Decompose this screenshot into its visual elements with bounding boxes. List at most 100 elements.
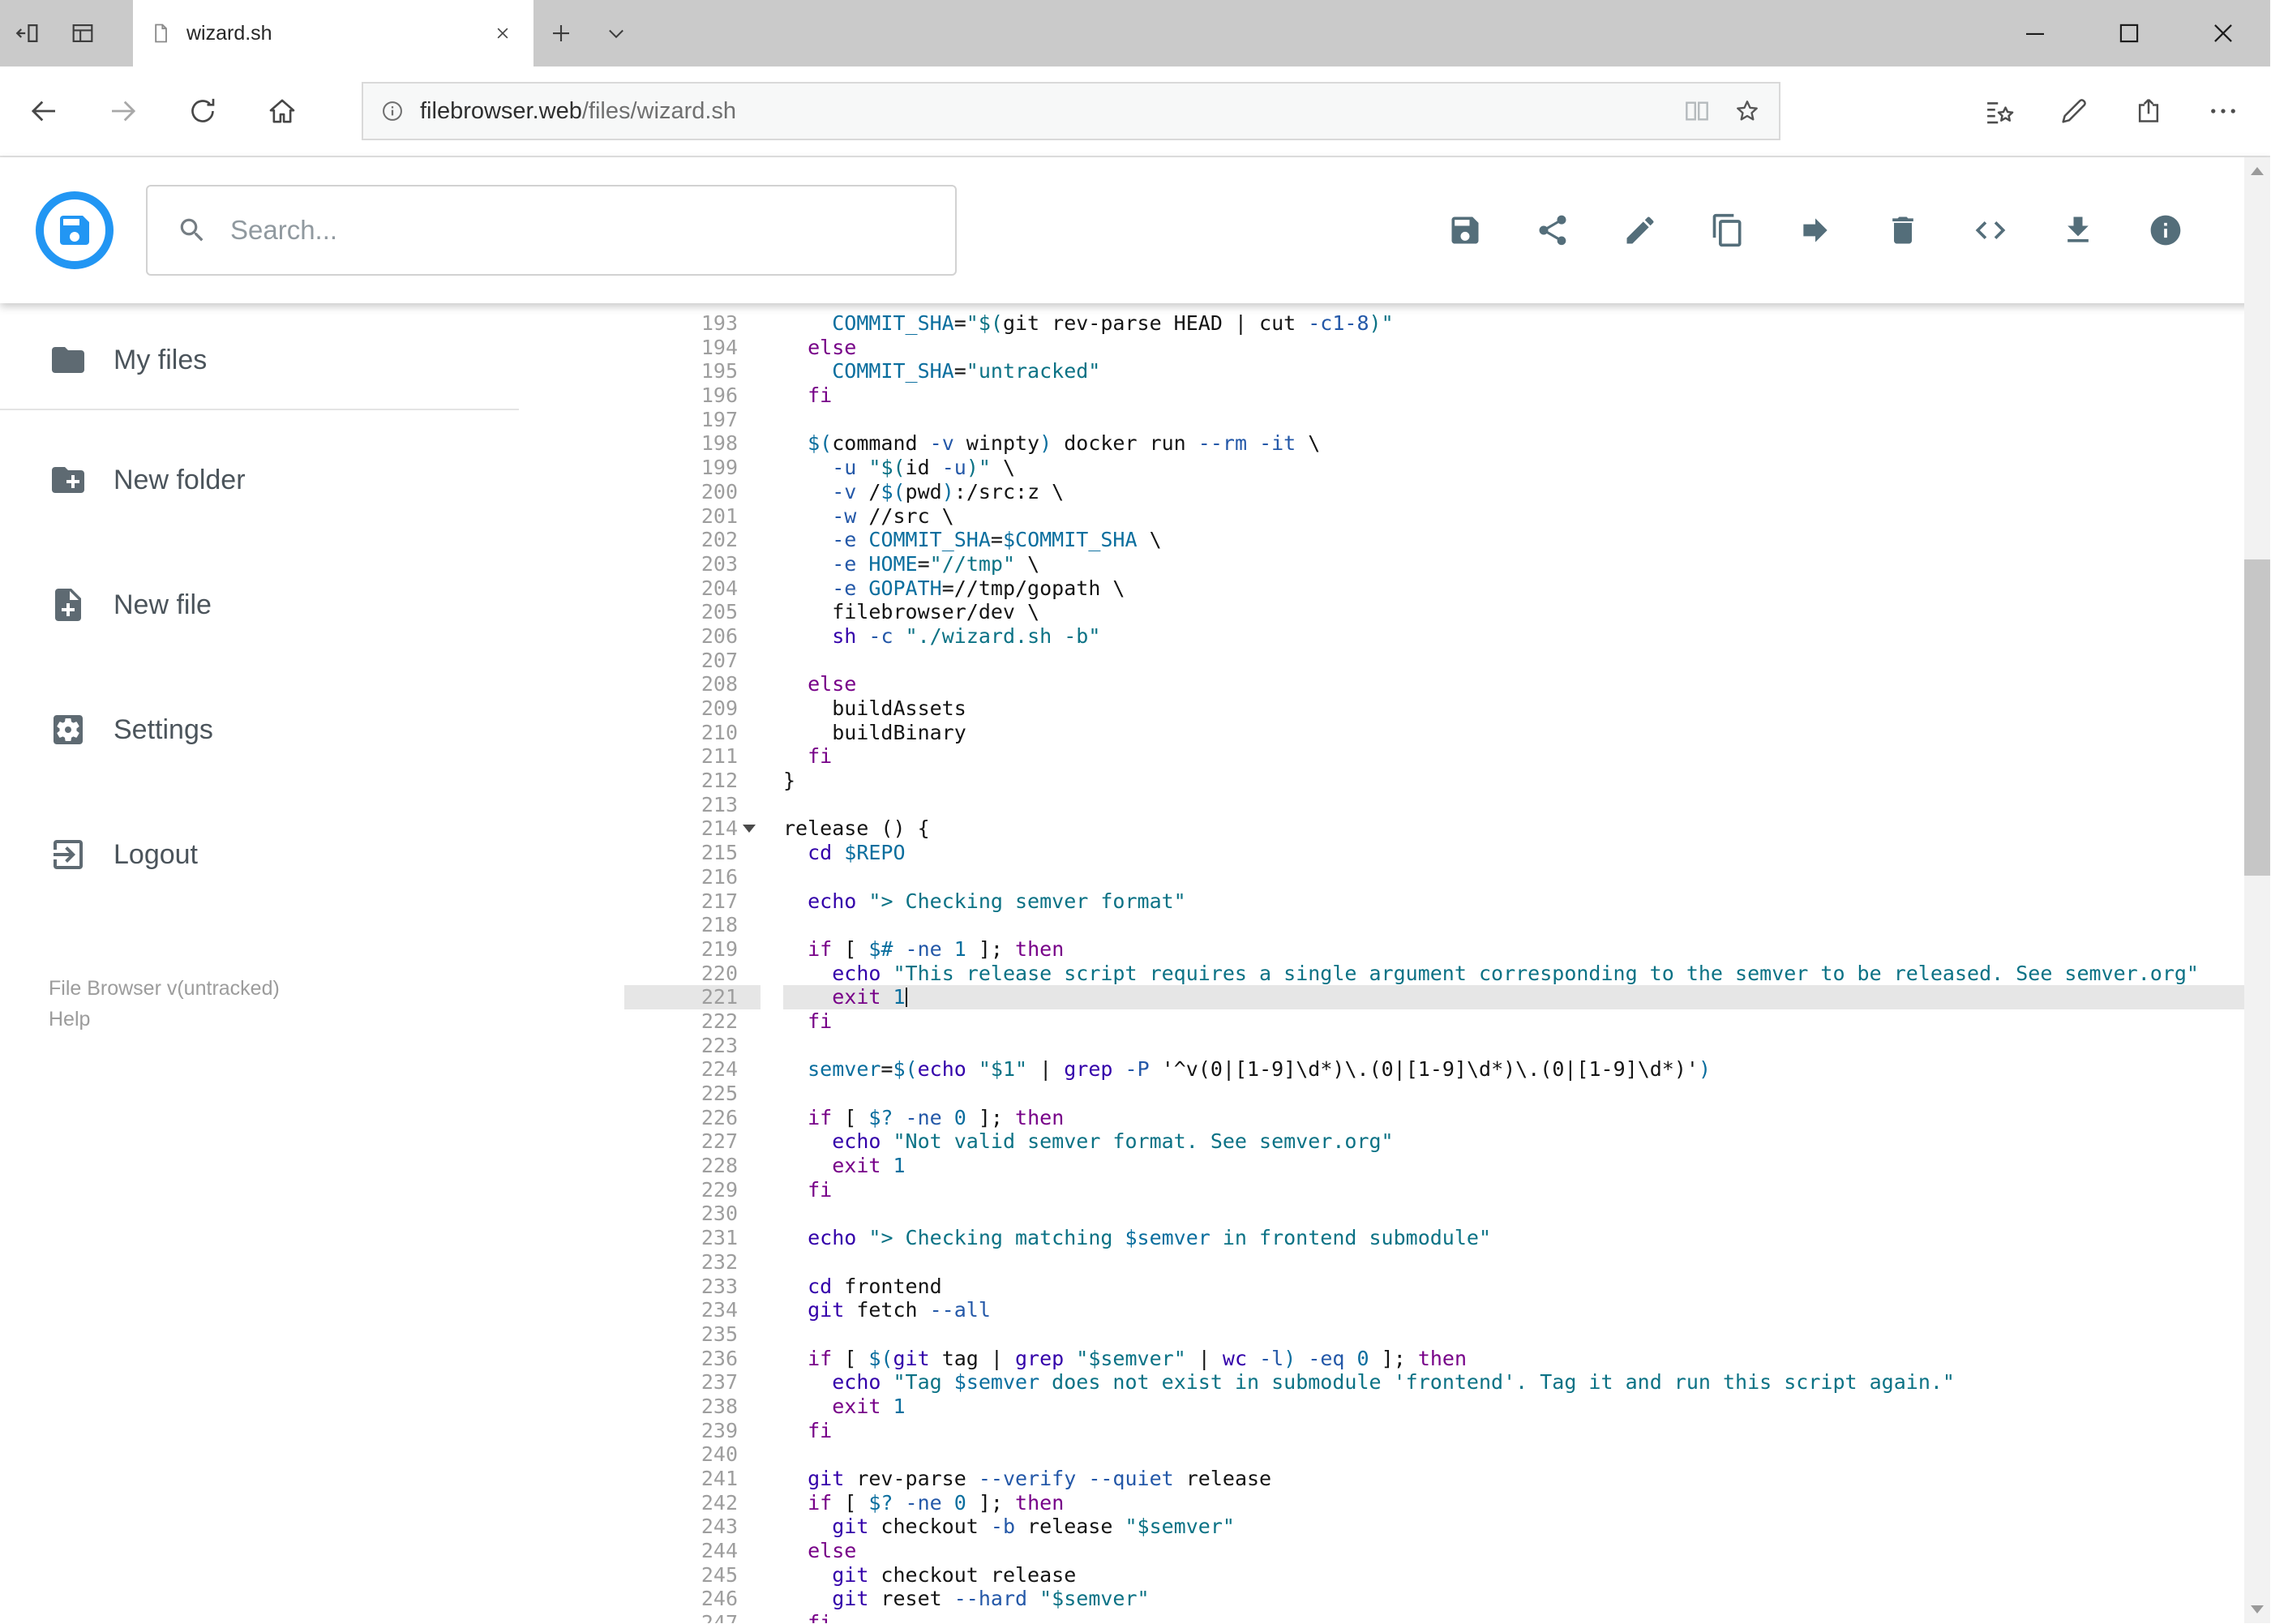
code-line[interactable]: exit 1 xyxy=(783,1395,2270,1419)
set-aside-tabs-button[interactable] xyxy=(0,0,55,66)
code-line[interactable] xyxy=(783,1250,2270,1275)
refresh-button[interactable] xyxy=(170,79,235,144)
save-button[interactable] xyxy=(1432,197,1498,264)
sidebar-item-new-folder[interactable]: New folder xyxy=(0,439,624,521)
tabs-preview-button[interactable] xyxy=(55,0,110,66)
code-line[interactable]: buildBinary xyxy=(783,721,2270,745)
code-line[interactable] xyxy=(783,793,2270,817)
code-line[interactable]: echo "Tag $semver does not exist in subm… xyxy=(783,1370,2270,1395)
code-line[interactable]: sh -c "./wizard.sh -b" xyxy=(783,624,2270,649)
code-line[interactable] xyxy=(783,1202,2270,1226)
active-tab[interactable]: wizard.sh xyxy=(133,0,533,66)
code-line[interactable]: -u "$(id -u)" \ xyxy=(783,456,2270,480)
code-line[interactable]: cd $REPO xyxy=(783,841,2270,865)
code-line[interactable]: fi xyxy=(783,384,2270,408)
code-line[interactable]: git fetch --all xyxy=(783,1298,2270,1322)
code-button[interactable] xyxy=(1957,197,2024,264)
code-line[interactable]: exit 1 xyxy=(783,985,2270,1009)
share-page-button[interactable] xyxy=(2116,79,2181,144)
address-bar[interactable]: filebrowser.web/files/wizard.sh xyxy=(362,82,1780,140)
fold-arrow-icon[interactable] xyxy=(743,825,756,833)
code-line[interactable]: echo "> Checking matching $semver in fro… xyxy=(783,1226,2270,1250)
code-line[interactable]: else xyxy=(783,672,2270,696)
site-info-icon[interactable] xyxy=(379,98,405,124)
code-line[interactable]: cd frontend xyxy=(783,1275,2270,1299)
sidebar-item-new-file[interactable]: New file xyxy=(0,564,624,645)
code-line[interactable]: $(command -v winpty) docker run --rm -it… xyxy=(783,431,2270,456)
favorite-star-button[interactable] xyxy=(1732,96,1763,126)
code-line[interactable]: -w //src \ xyxy=(783,504,2270,529)
filebrowser-logo[interactable] xyxy=(36,191,114,269)
code-line[interactable] xyxy=(783,1442,2270,1467)
code-line[interactable]: -e COMMIT_SHA=$COMMIT_SHA \ xyxy=(783,528,2270,552)
favorites-hub-button[interactable] xyxy=(1967,79,2032,144)
code-line[interactable]: fi xyxy=(783,1419,2270,1443)
close-button[interactable] xyxy=(2176,0,2270,66)
scrollbar[interactable] xyxy=(2244,157,2270,1623)
code-line[interactable]: git checkout release xyxy=(783,1563,2270,1588)
code-line[interactable]: echo "This release script requires a sin… xyxy=(783,962,2270,986)
web-note-button[interactable] xyxy=(2042,79,2106,144)
search-box[interactable] xyxy=(146,185,957,276)
code-line[interactable]: else xyxy=(783,1539,2270,1563)
code-line[interactable]: buildAssets xyxy=(783,696,2270,721)
code-line[interactable]: if [ $? -ne 0 ]; then xyxy=(783,1106,2270,1130)
scroll-down-button[interactable] xyxy=(2244,1596,2270,1623)
code-line[interactable]: fi xyxy=(783,1178,2270,1202)
move-button[interactable] xyxy=(1782,197,1849,264)
search-input[interactable] xyxy=(230,215,926,246)
code-line[interactable] xyxy=(783,408,2270,432)
info-button[interactable] xyxy=(2132,197,2199,264)
code-line[interactable]: if [ $# -ne 1 ]; then xyxy=(783,937,2270,962)
code-line[interactable]: semver=$(echo "$1" | grep -P '^v(0|[1-9]… xyxy=(783,1057,2270,1082)
maximize-button[interactable] xyxy=(2082,0,2176,66)
help-link[interactable]: Help xyxy=(49,1004,624,1035)
copy-button[interactable] xyxy=(1695,197,1761,264)
back-button[interactable] xyxy=(11,79,76,144)
code-line[interactable]: git rev-parse --verify --quiet release xyxy=(783,1467,2270,1491)
reading-view-button[interactable] xyxy=(1682,96,1712,126)
sidebar-item-settings[interactable]: Settings xyxy=(0,689,624,770)
code-line[interactable]: COMMIT_SHA="$(git rev-parse HEAD | cut -… xyxy=(783,311,2270,336)
share-button[interactable] xyxy=(1519,197,1586,264)
home-button[interactable] xyxy=(250,79,315,144)
code-line[interactable]: fi xyxy=(783,1009,2270,1034)
code-line[interactable]: } xyxy=(783,769,2270,793)
code-line[interactable]: -e GOPATH=//tmp/gopath \ xyxy=(783,576,2270,601)
code-line[interactable]: COMMIT_SHA="untracked" xyxy=(783,359,2270,384)
tab-close-button[interactable] xyxy=(488,19,517,48)
code-line[interactable]: if [ $? -ne 0 ]; then xyxy=(783,1491,2270,1515)
code-editor[interactable]: 193 194 195 196 197 198 199 200 201 202 203 204 205 2… xyxy=(624,303,2270,1623)
editor-code[interactable]: COMMIT_SHA="$(git rev-parse HEAD | cut -… xyxy=(761,311,2270,1623)
settings-more-button[interactable] xyxy=(2191,79,2256,144)
code-line[interactable] xyxy=(783,913,2270,937)
code-line[interactable]: echo "Not valid semver format. See semve… xyxy=(783,1129,2270,1154)
sidebar-item-logout[interactable]: Logout xyxy=(0,814,624,895)
code-line[interactable]: if [ $(git tag | grep "$semver" | wc -l)… xyxy=(783,1347,2270,1371)
sidebar-item-my-files[interactable]: My files xyxy=(0,319,624,401)
forward-button[interactable] xyxy=(91,79,156,144)
code-line[interactable]: filebrowser/dev \ xyxy=(783,600,2270,624)
code-line[interactable]: fi xyxy=(783,1611,2270,1623)
code-line[interactable]: release () { xyxy=(783,816,2270,841)
code-line[interactable] xyxy=(783,1082,2270,1106)
code-line[interactable]: -e HOME="//tmp" \ xyxy=(783,552,2270,576)
download-button[interactable] xyxy=(2045,197,2111,264)
delete-button[interactable] xyxy=(1870,197,1936,264)
code-line[interactable]: echo "> Checking semver format" xyxy=(783,889,2270,914)
code-line[interactable]: fi xyxy=(783,744,2270,769)
code-line[interactable]: git checkout -b release "$semver" xyxy=(783,1515,2270,1539)
code-line[interactable] xyxy=(783,649,2270,673)
scrollbar-thumb[interactable] xyxy=(2244,559,2270,876)
code-line[interactable]: git reset --hard "$semver" xyxy=(783,1587,2270,1611)
edit-button[interactable] xyxy=(1607,197,1673,264)
new-tab-button[interactable] xyxy=(533,0,589,66)
code-line[interactable] xyxy=(783,1034,2270,1058)
code-line[interactable]: else xyxy=(783,336,2270,360)
code-line[interactable] xyxy=(783,865,2270,889)
code-line[interactable] xyxy=(783,1322,2270,1347)
scroll-up-button[interactable] xyxy=(2244,157,2270,185)
code-line[interactable]: exit 1 xyxy=(783,1154,2270,1178)
minimize-button[interactable] xyxy=(1988,0,2082,66)
tab-preview-chevron-button[interactable] xyxy=(589,0,644,66)
